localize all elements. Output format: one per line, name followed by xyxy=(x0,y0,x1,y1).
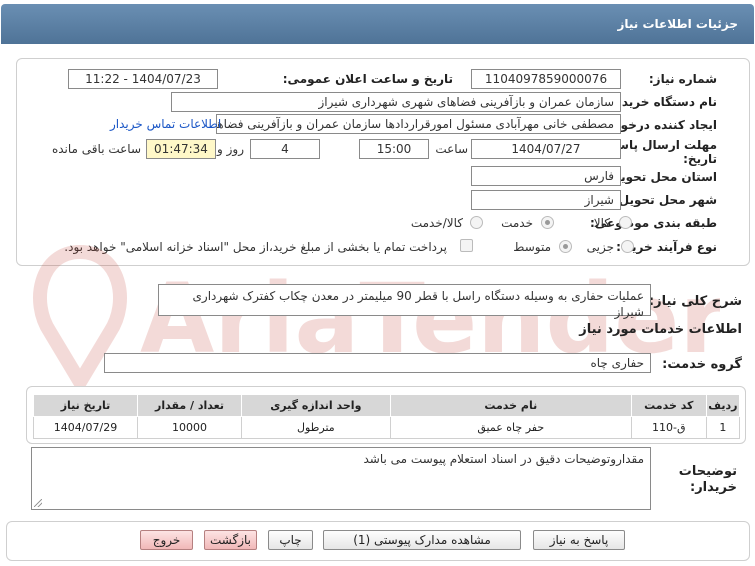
deadline-days-label: روز و xyxy=(217,142,244,156)
reply-button[interactable]: پاسخ به نیاز xyxy=(533,530,625,550)
deadline-date-field: 1404/07/27 xyxy=(471,139,621,159)
cell-service-name: حفر چاه عمیق xyxy=(389,416,632,439)
need-number-label: شماره نیاز: xyxy=(648,72,717,86)
deadline-time-label: ساعت xyxy=(435,142,468,156)
summary-label: شرح کلی نیاز: xyxy=(648,294,742,309)
buyer-contact-link[interactable]: اطلاعات تماس خریدار xyxy=(110,117,221,131)
buyer-org-field: سازمان عمران و بازآفرینی فضاهای شهری شهر… xyxy=(171,92,621,112)
summary-textarea[interactable]: عملیات حفاری به وسیله دستگاه راسل با قطر… xyxy=(158,284,651,319)
services-section-title: اطلاعات خدمات مورد نیاز xyxy=(579,322,742,337)
print-button[interactable]: چاپ xyxy=(268,530,313,550)
deadline-time-field: 15:00 xyxy=(359,139,429,159)
announce-date-label: تاریخ و ساعت اعلان عمومی: xyxy=(282,72,453,86)
announce-date-field: 1404/07/23 - 11:22 xyxy=(68,69,218,89)
cell-service-code: ق-110 xyxy=(630,416,707,439)
cell-unit: مترطول xyxy=(240,416,391,439)
category-option-goods: کالا xyxy=(593,216,610,230)
cell-quantity: 10000 xyxy=(137,416,242,439)
col-need-date: تاریخ نیاز xyxy=(32,394,139,417)
cell-row-number: 1 xyxy=(705,416,741,439)
cell-need-date: 1404/07/29 xyxy=(32,416,139,439)
purchase-option-medium: متوسط xyxy=(513,240,551,254)
deadline-days-field: 4 xyxy=(250,139,320,159)
deadline-label-line2: تاریخ: xyxy=(683,152,717,166)
province-field: فارس xyxy=(471,166,621,186)
category-option-service: خدمت xyxy=(501,216,533,230)
buyer-notes-textarea[interactable]: مقداروتوضیحات دقیق در اسناد استعلام پیوس… xyxy=(31,447,651,510)
category-option-goods-service: کالا/خدمت xyxy=(410,216,463,230)
category-radio-goods-service[interactable] xyxy=(470,216,483,229)
col-row-number: ردیف xyxy=(705,394,741,417)
remaining-time-field: 01:47:34 xyxy=(146,139,216,159)
window-title: جزئیات اطلاعات نیاز xyxy=(617,17,738,31)
treasury-payment-note: پرداخت تمام یا بخشی از مبلغ خرید،از محل … xyxy=(64,240,447,254)
back-button[interactable]: بازگشت xyxy=(204,530,257,550)
resize-grip-icon[interactable] xyxy=(34,499,42,507)
table-row: 1 ق-110 حفر چاه عمیق مترطول 10000 1404/0… xyxy=(32,416,741,439)
city-field: شیراز xyxy=(471,190,621,210)
buyer-org-label: نام دستگاه خریدار: xyxy=(606,95,717,109)
services-table: ردیف کد خدمت نام خدمت واحد اندازه گیری ت… xyxy=(32,394,741,439)
col-unit: واحد اندازه گیری xyxy=(240,394,391,417)
need-number-field: 1104097859000076 xyxy=(471,69,621,89)
treasury-payment-checkbox[interactable] xyxy=(460,239,473,252)
services-table-header: ردیف کد خدمت نام خدمت واحد اندازه گیری ت… xyxy=(32,394,741,417)
remaining-time-label: ساعت باقی مانده xyxy=(51,142,141,156)
province-label: استان محل تحویل: xyxy=(605,170,717,184)
need-info-panel xyxy=(16,58,750,266)
buyer-notes-label-line1: توضیحات xyxy=(678,464,737,479)
buyer-notes-text: مقداروتوضیحات دقیق در اسناد استعلام پیوس… xyxy=(363,452,645,466)
buyer-notes-label-line2: خریدار: xyxy=(690,480,737,495)
purchase-radio-minor[interactable] xyxy=(621,240,634,253)
service-group-field: حفاری چاه xyxy=(104,353,651,373)
purchase-radio-medium[interactable] xyxy=(559,240,572,253)
requester-field: مصطفی خانی مهرآبادی مسئول امورقراردادها … xyxy=(216,114,621,134)
col-service-name: نام خدمت xyxy=(389,394,632,417)
category-radio-service[interactable] xyxy=(541,216,554,229)
window-titlebar: جزئیات اطلاعات نیاز xyxy=(1,4,754,44)
purchase-option-minor: جزیی xyxy=(586,240,614,254)
attachments-button[interactable]: مشاهده مدارک پیوستی (1) xyxy=(323,530,521,550)
col-quantity: تعداد / مقدار xyxy=(137,394,242,417)
col-service-code: کد خدمت xyxy=(630,394,707,417)
exit-button[interactable]: خروج xyxy=(140,530,193,550)
service-group-label: گروه خدمت: xyxy=(662,357,742,372)
category-radio-goods[interactable] xyxy=(619,216,632,229)
city-label: شهر محل تحویل: xyxy=(613,193,717,207)
